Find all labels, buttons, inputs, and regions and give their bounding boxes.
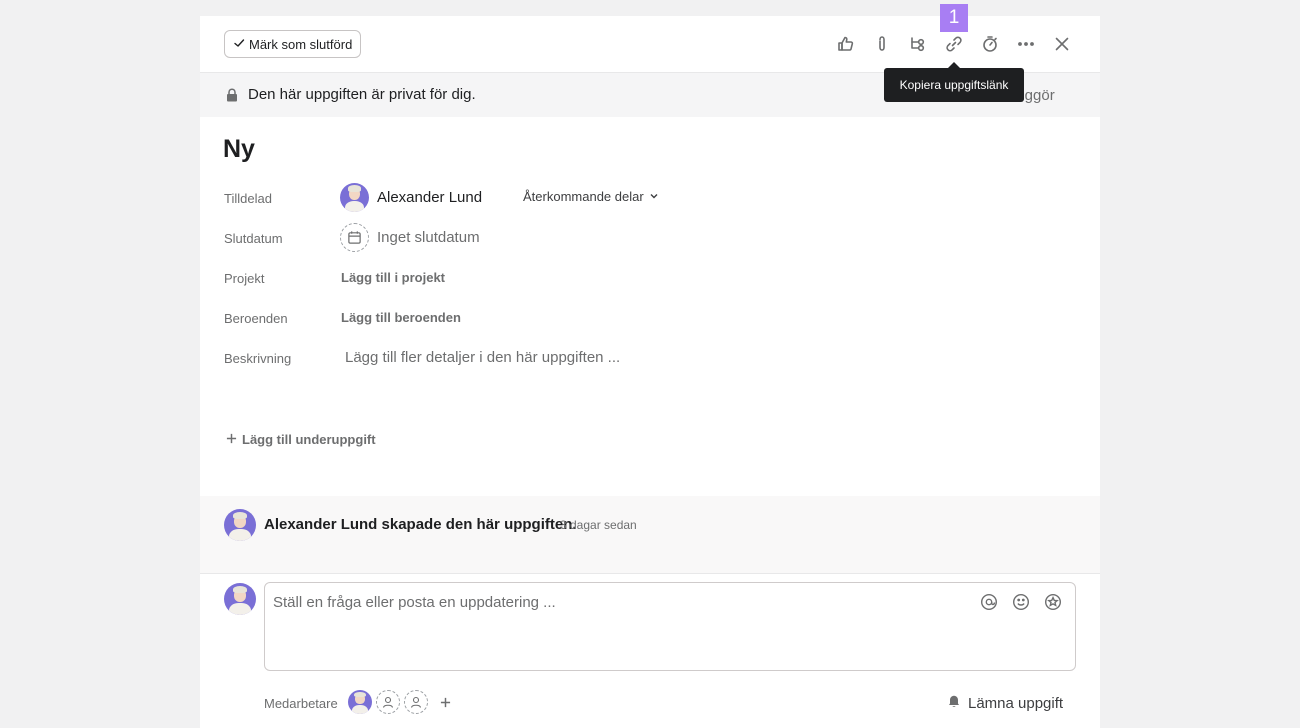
assignee-name: Alexander Lund [377,189,483,206]
comment-composer[interactable]: Ställ en fråga eller posta en uppdaterin… [264,582,1076,671]
comment-input[interactable]: Ställ en fråga eller posta en uppdaterin… [273,594,556,611]
collaborators-list [348,690,451,714]
close-icon[interactable] [1049,31,1075,57]
description-label: Beskrivning [224,351,292,366]
thumbs-up-icon[interactable] [833,31,859,57]
avatar [340,183,369,212]
project-label: Projekt [224,271,265,286]
due-date-value: Inget slutdatum [377,229,480,246]
subtask-icon[interactable] [905,31,931,57]
add-collaborator-icon[interactable] [440,692,451,713]
empty-collaborator-icon[interactable] [404,690,428,714]
privacy-text: Den här uppgiften är privat för dig. [248,86,476,103]
more-icon[interactable] [1013,31,1039,57]
add-dependencies-button[interactable]: Lägg till beroenden [341,310,461,325]
mark-complete-button[interactable]: Märk som slutförd [224,30,362,58]
plus-icon [226,432,237,447]
task-detail-panel: Märk som slutförd 1 Kopiera uppgiftslänk… [200,4,1100,728]
due-date-label: Slutdatum [224,231,283,246]
due-date-field[interactable]: Inget slutdatum [340,223,480,252]
chevron-down-icon [649,189,659,204]
dependencies-label: Beroenden [224,311,288,326]
activity-feed: Alexander Lund skapade den här uppgiften… [200,496,1100,574]
step-badge: 1 [940,4,968,32]
mark-complete-label: Märk som slutförd [249,36,353,52]
checkmark-icon [233,37,245,52]
activity-text: Alexander Lund skapade den här uppgiften… [264,516,577,533]
recurring-dropdown[interactable]: Återkommande delar [523,189,659,204]
lock-icon [226,88,238,102]
task-title[interactable]: Ny [223,135,255,164]
activity-timestamp: 3 dagar sedan [560,518,637,532]
add-to-project-button[interactable]: Lägg till i projekt [341,270,445,285]
recurring-label: Återkommande delar [523,189,644,204]
copy-link-tooltip: Kopiera uppgiftslänk [884,62,1024,102]
link-icon[interactable] [941,31,967,57]
avatar [224,583,256,615]
add-subtask-button[interactable]: Lägg till underuppgift [226,432,376,447]
appreciation-icon[interactable] [1044,593,1064,613]
avatar[interactable] [348,690,372,714]
emoji-icon[interactable] [1012,593,1032,613]
leave-task-label: Lämna uppgift [968,694,1064,712]
collaborators-label: Medarbetare [264,696,338,711]
calendar-icon [340,223,369,252]
bell-icon [946,693,962,713]
empty-collaborator-icon[interactable] [376,690,400,714]
mention-icon[interactable] [980,593,1000,613]
description-input[interactable]: Lägg till fler detaljer i den här uppgif… [345,349,620,366]
attachment-icon[interactable] [869,31,895,57]
assignee-field[interactable]: Alexander Lund [340,183,482,212]
add-subtask-label: Lägg till underuppgift [242,432,376,447]
avatar [224,509,256,541]
leave-task-button[interactable]: Lämna uppgift [946,693,1063,713]
timer-icon[interactable] [977,31,1003,57]
assignee-label: Tilldelad [224,191,272,206]
